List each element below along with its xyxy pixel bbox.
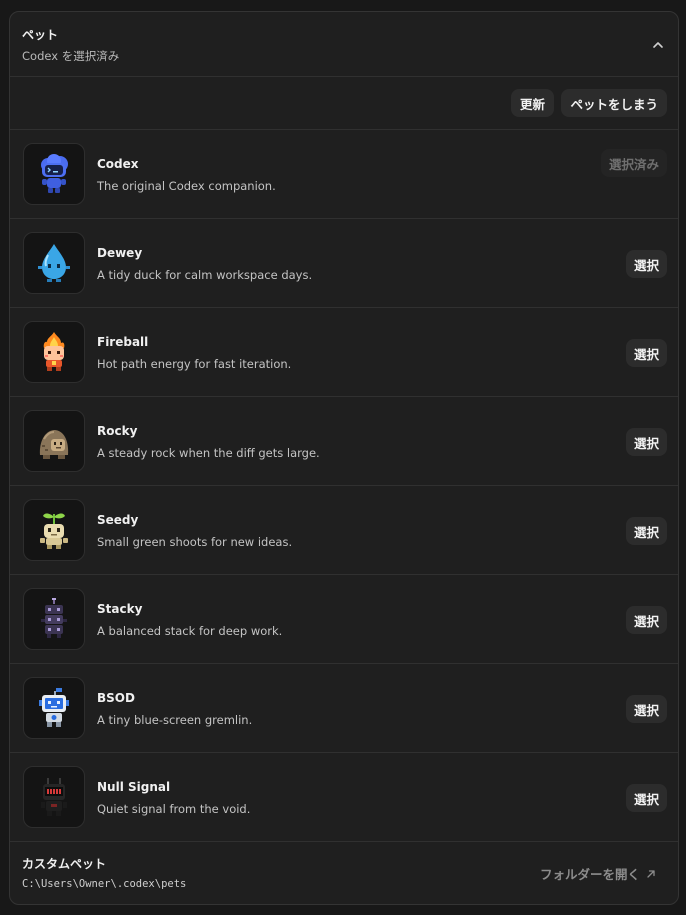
chevron-up-icon [653,42,663,48]
pet-avatar [23,143,85,205]
pet-row-codex: Codex The original Codex companion. 選択済み [10,130,678,219]
pet-row-stacky: Stacky A balanced stack for deep work. 選… [10,575,678,664]
pet-avatar [23,677,85,739]
pet-description: A steady rock when the diff gets large. [97,446,320,460]
refresh-button[interactable]: 更新 [510,89,554,117]
put-away-pet-button[interactable]: ペットをしまう [561,89,667,117]
custom-pets-section: カスタムペット C:\Users\Owner\.codex\pets フォルダー… [10,842,678,904]
selected-pet-button: 選択済み [600,149,667,177]
pet-name: Stacky [97,602,143,616]
pet-row-bsod: BSOD A tiny blue-screen gremlin. 選択 [10,664,678,753]
collapse-button[interactable] [648,36,668,54]
pet-name: Fireball [97,335,149,349]
pet-description: Small green shoots for new ideas. [97,535,293,549]
pet-description: A tidy duck for calm workspace days. [97,268,313,282]
pet-row-null-signal: Null Signal Quiet signal from the void. … [10,753,678,842]
stack-icon [41,598,67,638]
rock-icon [39,430,69,459]
open-folder-button[interactable]: フォルダーを開く [540,864,656,883]
seedling-icon [40,513,68,549]
selected-pet-status: Codex を選択済み [22,49,120,63]
water-drop-icon [38,244,70,282]
pet-description: A balanced stack for deep work. [97,624,283,638]
select-pet-button[interactable]: 選択 [625,606,667,634]
open-folder-label: フォルダーを開く [539,867,640,882]
pet-description: A tiny blue-screen gremlin. [97,713,253,727]
pet-row-seedy: Seedy Small green shoots for new ideas. … [10,486,678,575]
pet-description: The original Codex companion. [97,179,276,193]
pets-panel: ペット Codex を選択済み 更新 ペットをしまう Codex The ori… [9,11,679,905]
pet-name: Null Signal [97,780,171,794]
null-signal-robot-icon [41,778,67,816]
blue-screen-robot-icon [39,688,69,727]
pet-name: BSOD [97,691,135,705]
select-pet-button[interactable]: 選択 [625,339,667,367]
select-pet-button[interactable]: 選択 [625,695,667,723]
pet-row-dewey: Dewey A tidy duck for calm workspace day… [10,219,678,308]
select-pet-button[interactable]: 選択 [625,250,667,278]
pet-name: Codex [97,157,139,171]
pet-avatar [23,766,85,828]
pet-avatar [23,321,85,383]
fireball-icon [43,332,65,371]
custom-pets-title: カスタムペット [22,857,107,871]
pet-avatar [23,410,85,472]
select-pet-button[interactable]: 選択 [625,784,667,812]
pet-description: Quiet signal from the void. [97,802,251,816]
select-pet-button[interactable]: 選択 [625,517,667,545]
external-link-arrow-icon [647,869,655,878]
pet-description: Hot path energy for fast iteration. [97,357,292,371]
codex-cloud-robot-icon [41,154,68,193]
pets-folder-path: C:\Users\Owner\.codex\pets [22,878,187,890]
pets-toolbar: 更新 ペットをしまう [10,77,678,130]
pet-avatar [23,499,85,561]
pet-name: Seedy [97,513,139,527]
select-pet-button[interactable]: 選択 [625,428,667,456]
pets-header[interactable]: ペット Codex を選択済み [10,12,678,77]
pet-name: Rocky [97,424,138,438]
pet-avatar [23,232,85,294]
pet-row-fireball: Fireball Hot path energy for fast iterat… [10,308,678,397]
pet-avatar [23,588,85,650]
pet-name: Dewey [97,246,143,260]
panel-title: ペット [22,28,59,42]
pet-row-rocky: Rocky A steady rock when the diff gets l… [10,397,678,486]
